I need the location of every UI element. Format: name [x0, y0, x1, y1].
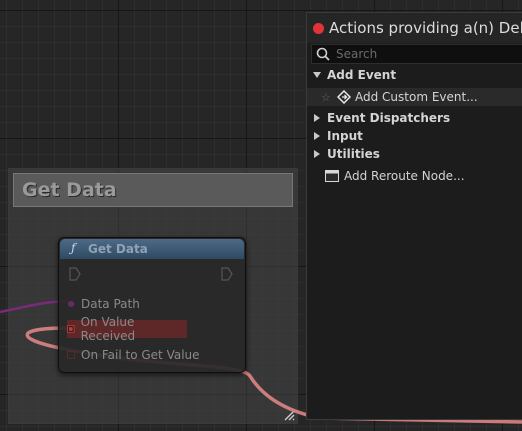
comment-title[interactable]: Get Data	[13, 173, 293, 207]
action-add-reroute-node[interactable]: Add Reroute Node...	[307, 167, 522, 185]
on-fail-pin[interactable]: On Fail to Get Value	[67, 346, 200, 364]
data-pin-icon	[68, 301, 74, 307]
resize-grip-icon[interactable]	[283, 409, 295, 421]
on-value-received-pin[interactable]: On Value Received	[67, 315, 187, 343]
action-label: Add Reroute Node...	[344, 169, 465, 183]
reroute-node-icon	[325, 170, 339, 182]
close-icon[interactable]	[313, 22, 324, 34]
panel-title: Actions providing a(n) Delegate	[329, 19, 522, 37]
chevron-right-icon[interactable]	[313, 132, 321, 140]
search-icon	[316, 47, 330, 61]
category-label: Utilities	[327, 147, 380, 161]
category-label: Add Event	[327, 68, 397, 82]
search-input[interactable]	[336, 47, 506, 61]
node-title: Get Data	[88, 242, 148, 256]
exec-in-pin-icon[interactable]	[69, 267, 81, 281]
delegate-pin-icon	[67, 325, 75, 333]
chevron-down-icon[interactable]	[313, 71, 321, 79]
function-icon: ƒ	[71, 241, 76, 255]
chevron-right-icon[interactable]	[313, 150, 321, 158]
exec-out-pin-icon[interactable]	[221, 267, 233, 281]
action-add-custom-event[interactable]: ☆ Add Custom Event...	[307, 88, 522, 106]
data-path-pin[interactable]: Data Path	[67, 295, 140, 313]
data-path-label: Data Path	[81, 297, 140, 311]
event-icon	[337, 90, 351, 104]
node-header[interactable]: ƒ Get Data	[60, 239, 244, 259]
panel-header[interactable]: Actions providing a(n) Delegate	[307, 13, 522, 43]
actions-panel[interactable]: Actions providing a(n) Delegate Add Even…	[306, 12, 522, 420]
get-data-node[interactable]: ƒ Get Data Data Path On Value Received O…	[58, 237, 246, 373]
star-icon[interactable]: ☆	[321, 91, 331, 104]
search-box[interactable]	[311, 44, 522, 64]
delegate-pin-icon	[67, 351, 75, 359]
action-label: Add Custom Event...	[355, 90, 478, 104]
category-event-dispatchers[interactable]: Event Dispatchers	[307, 109, 522, 127]
category-add-event[interactable]: Add Event	[307, 66, 522, 84]
category-label: Event Dispatchers	[327, 111, 451, 125]
category-input[interactable]: Input	[307, 127, 522, 145]
chevron-right-icon[interactable]	[313, 114, 321, 122]
category-label: Input	[327, 129, 363, 143]
category-utilities[interactable]: Utilities	[307, 145, 522, 163]
on-fail-label: On Fail to Get Value	[81, 348, 200, 362]
on-value-received-label: On Value Received	[80, 315, 136, 343]
